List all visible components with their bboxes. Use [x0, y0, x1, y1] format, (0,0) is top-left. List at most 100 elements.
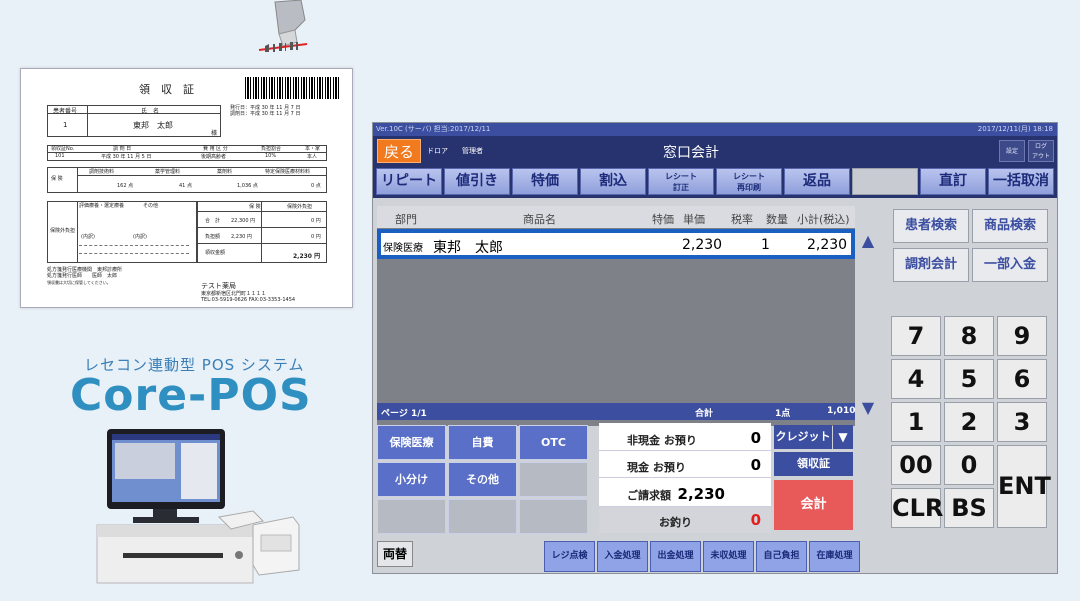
cat-empty-button	[519, 499, 588, 534]
key-6[interactable]: 6	[997, 359, 1047, 399]
table-header: 部門 商品名 特価 単価 税率 数量 小計(税込)	[377, 206, 855, 228]
receipt-misc-hdr: 評価療養・選定療養	[79, 203, 125, 209]
key-4[interactable]: 4	[891, 359, 941, 399]
change-value: 0	[750, 511, 761, 529]
exchange-button[interactable]: 両替	[377, 541, 413, 567]
chevron-down-icon[interactable]: ▼	[833, 425, 853, 449]
receipt-reprint-button[interactable]: レシート 再印刷	[716, 168, 782, 195]
billed-label: ご請求額	[627, 489, 671, 502]
cancel-all-button[interactable]: 一括取消	[988, 168, 1054, 195]
dispensing-checkout-button[interactable]: 調剤会計	[893, 248, 969, 282]
cat-empty-button	[377, 499, 446, 534]
receipt-tot1-label: 合 計	[205, 218, 221, 224]
cat-insurance-button[interactable]: 保険医療	[377, 425, 446, 460]
toolbar: リピート 値引き 特価 割込 レシート 訂正 レシート 再印刷 返品 直訂 一括…	[373, 166, 1057, 198]
cat-otc-button[interactable]: OTC	[519, 425, 588, 460]
key-enter[interactable]: ENT	[997, 445, 1051, 528]
cash-row: 現金 お預り 0	[599, 452, 771, 478]
receipt-correct-button[interactable]: レシート 訂正	[648, 168, 714, 195]
self-pay-button[interactable]: 自己負担	[756, 541, 807, 572]
register-check-button[interactable]: レジ点検	[544, 541, 595, 572]
return-button[interactable]: 返品	[784, 168, 850, 195]
receipt-ins-label: 保 険	[51, 176, 63, 182]
receipt-tot3-b: 2,230 円	[293, 253, 321, 260]
row-dept: 保険医療	[383, 243, 423, 254]
interrupt-button[interactable]: 割込	[580, 168, 646, 195]
receipt-r3: 後期高齢者	[201, 154, 227, 160]
receipt-misc-hdr2: その他	[143, 203, 159, 209]
key-00[interactable]: 00	[891, 445, 941, 485]
col-special: 特価	[652, 213, 674, 226]
direct-correct-button[interactable]: 直訂	[920, 168, 986, 195]
receipt-h2: 調 剤 日	[113, 146, 132, 152]
patient-search-button[interactable]: 患者検索	[893, 209, 969, 243]
titlebar: Ver.10C (サーバ) 担当:2017/12/11 2017/12/11(月…	[373, 123, 1057, 136]
key-9[interactable]: 9	[997, 316, 1047, 356]
product-search-button[interactable]: 商品検索	[972, 209, 1048, 243]
receipt-misc-label: 保険外負担	[50, 228, 76, 234]
key-5[interactable]: 5	[944, 359, 994, 399]
receipt-foot3: 領収書は大切に保管してください。	[47, 280, 111, 285]
scroll-down-icon[interactable]: ▼	[858, 398, 878, 418]
col-price: 単価	[683, 213, 705, 226]
receipt-dispense-date: 調剤日：平成 30 年 11 月 7 日	[230, 111, 301, 117]
repeat-button[interactable]: リピート	[376, 168, 442, 195]
item-table: 部門 商品名 特価 単価 税率 数量 小計(税込) 保険医療 東邦 太郎 2,2…	[377, 206, 855, 426]
receipt-title: 領 収 証	[139, 83, 194, 96]
receipt-barcode	[245, 77, 341, 99]
titlebar-datetime: 2017/12/11(月) 18:18	[977, 125, 1053, 133]
deposit-button[interactable]: 入金処理	[597, 541, 648, 572]
logout-button[interactable]: ログ アウト	[1028, 140, 1054, 162]
partial-payment-button[interactable]: 一部入金	[972, 248, 1048, 282]
toolbar-blank-button	[852, 168, 918, 195]
key-backspace[interactable]: BS	[944, 488, 994, 528]
table-row[interactable]: 保険医療 東邦 太郎 2,230 1 2,230	[377, 229, 855, 259]
key-3[interactable]: 3	[997, 402, 1047, 442]
brand-logo: Core-POS	[70, 370, 312, 421]
noncash-value: 0	[750, 429, 761, 447]
titlebar-version: Ver.10C (サーバ) 担当:2017/12/11	[376, 125, 491, 133]
col-tax: 税率	[731, 213, 753, 226]
noncash-label: 非現金 お預り	[627, 434, 697, 447]
cat-self-pay-button[interactable]: 自費	[448, 425, 517, 460]
inventory-button[interactable]: 在庫処理	[809, 541, 860, 572]
key-8[interactable]: 8	[944, 316, 994, 356]
cat-empty-button	[519, 462, 588, 497]
receipt-tot-hdr: 保 険	[249, 204, 261, 210]
discount-button[interactable]: 値引き	[444, 168, 510, 195]
pos-window: Ver.10C (サーバ) 担当:2017/12/11 2017/12/11(月…	[372, 122, 1058, 574]
key-0[interactable]: 0	[944, 445, 994, 485]
scroll-up-icon[interactable]: ▲	[858, 231, 878, 251]
receipt-r1: 101	[55, 153, 65, 159]
receipt-v1: 162 点	[117, 183, 134, 189]
receipt-misc-in: (内訳)	[81, 234, 95, 240]
receipt-tot2-label: 負担額	[205, 234, 221, 240]
receipt-document: 領 収 証 発行日：平成 30 年 11 月 7 日 調剤日：平成 30 年 1…	[20, 68, 353, 308]
unpaid-button[interactable]: 未収処理	[703, 541, 754, 572]
credit-button[interactable]: クレジット	[774, 425, 832, 449]
checkout-button[interactable]: 会計	[774, 480, 853, 530]
header-bar: 戻る ドロア 管理者 窓口会計 設定 ログ アウト	[373, 136, 1057, 166]
billed-row: ご請求額 2,230	[599, 479, 771, 507]
settings-button[interactable]: 設定	[999, 140, 1025, 162]
receipt-button[interactable]: 領収証	[774, 452, 853, 476]
page-summary-bar: ページ 1/1 合計 1点 1,010	[377, 403, 855, 420]
noncash-row: 非現金 お預り 0	[599, 425, 771, 451]
change-label: お釣り	[659, 516, 692, 529]
key-1[interactable]: 1	[891, 402, 941, 442]
cat-portion-button[interactable]: 小分け	[377, 462, 446, 497]
receipt-r2: 平成 30 年 11 月 5 日	[101, 154, 152, 160]
key-2[interactable]: 2	[944, 402, 994, 442]
cat-other-button[interactable]: その他	[448, 462, 517, 497]
withdraw-button[interactable]: 出金処理	[650, 541, 701, 572]
amounts-panel: 非現金 お預り 0 現金 お預り 0 ご請求額 2,230 お釣り 0	[599, 423, 771, 533]
key-clear[interactable]: CLR	[891, 488, 943, 528]
col-item: 商品名	[523, 213, 556, 226]
special-price-button[interactable]: 特価	[512, 168, 578, 195]
receipt-patient-no-label: 患者番号	[53, 108, 78, 115]
key-7[interactable]: 7	[891, 316, 941, 356]
receipt-c4: 特定保険医療材料料	[265, 169, 311, 175]
back-button[interactable]: 戻る	[377, 139, 421, 163]
receipt-tot3-label: 領収金額	[205, 250, 226, 256]
row-subtotal: 2,230	[807, 237, 848, 253]
